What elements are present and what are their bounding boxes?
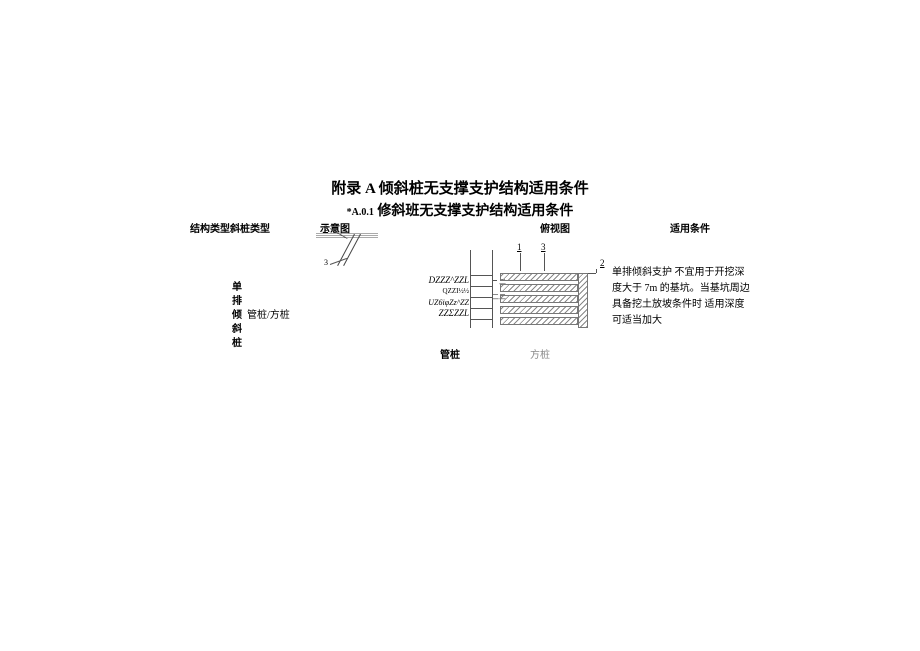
appendix-title: 附录 A 倾斜桩无支撑支护结构适用条件 [0, 177, 920, 198]
section-text: 修斜班无支撑支护结构适用条件 [377, 204, 573, 219]
pipe-frame-right [492, 250, 493, 328]
topview-callout-2: 2 [600, 258, 605, 268]
title-prefix: 附录 A [331, 181, 375, 197]
topview-leader-3 [544, 253, 545, 271]
topview-callout-3: 3 [541, 242, 546, 252]
pipe-frame-h4 [470, 308, 492, 309]
pile-type-label: 管桩/方桩 [247, 306, 290, 321]
sketch-callout-3: 3 [324, 258, 328, 267]
pipe-frame-h1 [470, 275, 492, 276]
pipe-frame-left [470, 250, 471, 328]
pipe-text-r2: QZZI½½ [411, 286, 469, 297]
pile-row-3 [500, 295, 578, 303]
header-topview: 俯视图 [540, 220, 570, 235]
topview-leader-2b [596, 269, 597, 273]
topview-leader-1 [520, 253, 521, 271]
topview-leader-2a [588, 273, 596, 274]
pile-row-4 [500, 306, 578, 314]
label-pipe-pile: 管桩 [440, 346, 460, 361]
sketch-diagram: 2 3 [310, 228, 380, 288]
applicable-conditions: 单排倾斜支护 不宜用于开挖深度大于 7m 的基坑。当基坑周边具备挖土放坡条件时 … [612, 265, 752, 329]
topview-callout-1: 1 [517, 242, 522, 252]
label-square-pile: 方桩 [530, 346, 550, 361]
crown-beam [578, 273, 588, 328]
pipe-text-r3: UZ6iφZz^ZZ [411, 297, 469, 308]
section-prefix: *A.0.1 [347, 207, 374, 218]
pipe-text-r1: DZZZ^ZZL [411, 275, 469, 286]
pipe-frame-h5 [470, 319, 492, 320]
pipe-section-frame: 二 二二 [470, 250, 492, 328]
struct-type-label: 单排倾斜桩 [232, 281, 243, 351]
header-conditions: 适用条件 [670, 220, 710, 235]
pipe-frame-h3 [470, 297, 492, 298]
header-struct-type: 结构类型斜桩类型 [190, 220, 270, 235]
pile-row-5 [500, 317, 578, 325]
pipe-frame-h2 [470, 286, 492, 287]
topview-diagram: 1 3 2 [500, 251, 595, 329]
title-text: 倾斜桩无支撑支护结构适用条件 [379, 181, 589, 197]
pipe-tick-1 [492, 280, 497, 281]
pile-row-1 [500, 273, 578, 281]
pipe-text-r4: ZZΣZZL [411, 308, 469, 319]
pile-row-2 [500, 284, 578, 292]
section-title: *A.0.1 修斜班无支撑支护结构适用条件 [0, 200, 920, 220]
pipe-section-text: DZZZ^ZZL QZZI½½ UZ6iφZz^ZZ ZZΣZZL [411, 275, 469, 319]
